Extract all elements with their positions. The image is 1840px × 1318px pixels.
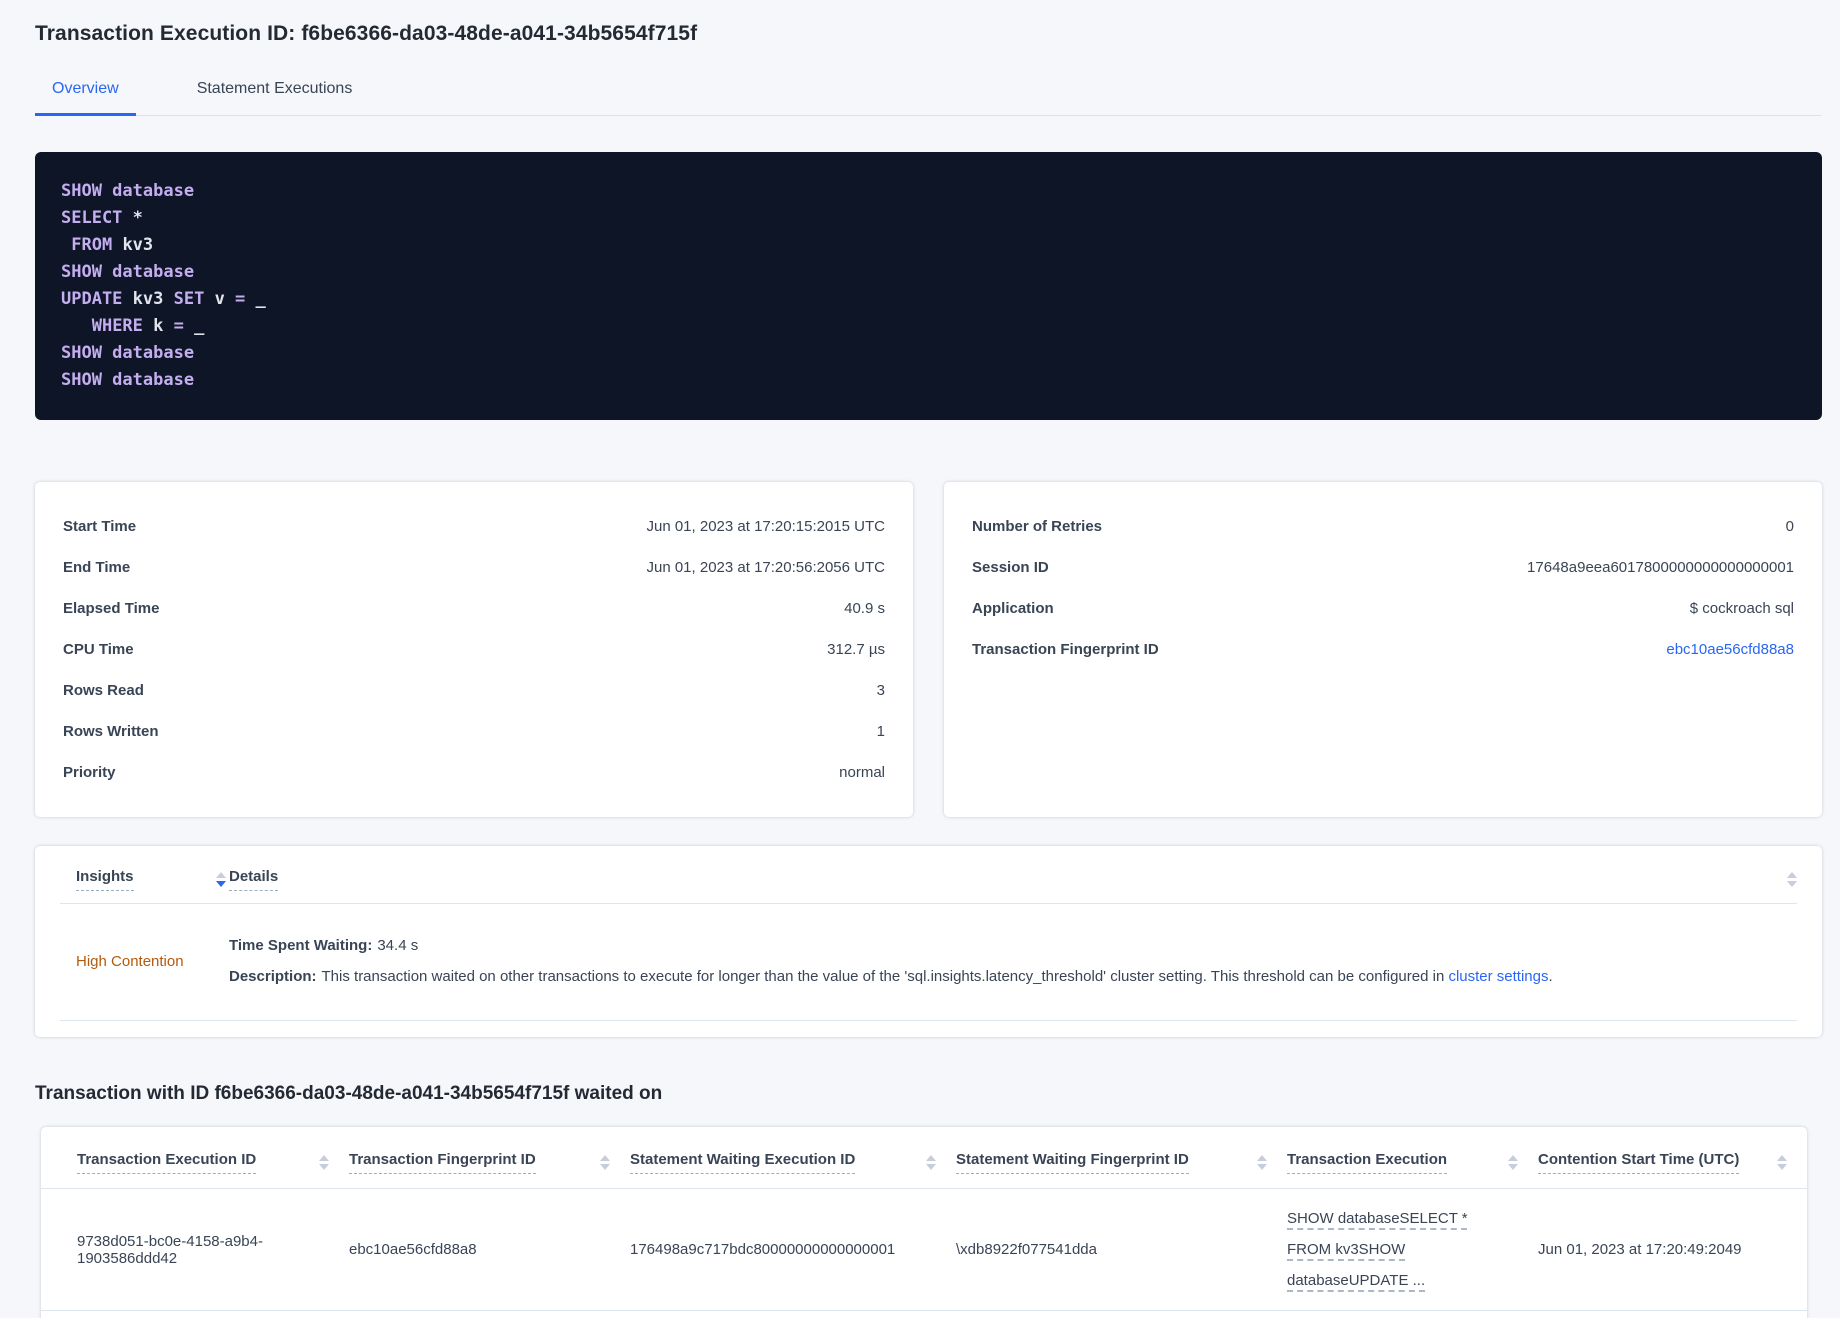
waiting-label: Time Spent Waiting: <box>229 937 373 954</box>
summary-cards-row: Start Time Jun 01, 2023 at 17:20:15:2015… <box>35 482 1822 817</box>
rows-read-row: Rows Read 3 <box>63 670 885 711</box>
transaction-fingerprint-link[interactable]: ebc10ae56cfd88a8 <box>1666 641 1794 658</box>
description-suffix: . <box>1548 968 1553 985</box>
insight-row: High Contention Time Spent Waiting: 34.4 … <box>60 904 1797 1021</box>
sort-icon[interactable] <box>926 1155 936 1170</box>
execution-summary-card: Start Time Jun 01, 2023 at 17:20:15:2015… <box>35 482 913 817</box>
end-time-label: End Time <box>63 559 131 576</box>
transaction-execution-line: SHOW databaseSELECT * <box>1287 1210 1468 1227</box>
page-title: Transaction Execution ID: f6be6366-da03-… <box>35 22 698 45</box>
column-header-label[interactable]: Transaction Execution <box>1287 1151 1448 1174</box>
start-time-label: Start Time <box>63 518 137 535</box>
description-line: Description: This transaction waited on o… <box>229 961 1797 992</box>
waiting-value: 34.4 s <box>377 937 419 954</box>
waited-on-title: Transaction with ID f6be6366-da03-48de-a… <box>35 1083 663 1104</box>
elapsed-time-row: Elapsed Time 40.9 s <box>63 588 885 629</box>
description-label: Description: <box>229 968 317 985</box>
end-time-value: Jun 01, 2023 at 17:20:56:2056 UTC <box>646 559 885 576</box>
insights-table: Insights Details High Contention Time Sp… <box>35 846 1822 1037</box>
col-contention-start-time: Contention Start Time (UTC) <box>1538 1127 1807 1189</box>
sql-statements: SHOW database SELECT * FROM kv3 SHOW datab… <box>61 181 266 390</box>
cell-transaction-execution: SHOW databaseSELECT * FROM kv3SHOW datab… <box>1287 1188 1538 1311</box>
details-column-header[interactable]: Details <box>229 868 279 891</box>
insight-name: High Contention <box>76 952 184 970</box>
cpu-time-value: 312.7 µs <box>827 641 885 658</box>
cell-transaction-fingerprint-id: ebc10ae56cfd88a8 <box>349 1188 630 1311</box>
column-header-label[interactable]: Statement Waiting Fingerprint ID <box>956 1151 1189 1174</box>
priority-label: Priority <box>63 764 116 781</box>
column-header-label[interactable]: Transaction Fingerprint ID <box>349 1151 536 1174</box>
insights-column-header[interactable]: Insights <box>76 868 134 891</box>
waited-on-table: Transaction Execution ID Transaction Fin… <box>41 1127 1807 1311</box>
application-label: Application <box>972 600 1054 617</box>
waited-on-header-row: Transaction Execution ID Transaction Fin… <box>41 1127 1807 1189</box>
elapsed-time-label: Elapsed Time <box>63 600 160 617</box>
transaction-fingerprint-row: Transaction Fingerprint ID ebc10ae56cfd8… <box>972 629 1794 670</box>
column-header-label[interactable]: Contention Start Time (UTC) <box>1538 1151 1740 1174</box>
cpu-time-row: CPU Time 312.7 µs <box>63 629 885 670</box>
col-statement-waiting-execution-id: Statement Waiting Execution ID <box>630 1127 956 1189</box>
transaction-execution-line: databaseUPDATE ... <box>1287 1272 1426 1289</box>
start-time-row: Start Time Jun 01, 2023 at 17:20:15:2015… <box>63 506 885 547</box>
waited-on-table-card: Transaction Execution ID Transaction Fin… <box>41 1127 1807 1318</box>
col-transaction-execution-id: Transaction Execution ID <box>41 1127 349 1189</box>
sort-icon[interactable] <box>1787 872 1797 887</box>
application-row: Application $ cockroach sql <box>972 588 1794 629</box>
sort-icon[interactable] <box>1257 1155 1267 1170</box>
cell-contention-start-time: Jun 01, 2023 at 17:20:49:2049 <box>1538 1188 1807 1311</box>
elapsed-time-value: 40.9 s <box>844 600 885 617</box>
rows-read-label: Rows Read <box>63 682 144 699</box>
transaction-sql-box: SHOW database SELECT * FROM kv3 SHOW datab… <box>35 152 1822 420</box>
transaction-execution-line: FROM kv3SHOW <box>1287 1241 1406 1258</box>
retries-value: 0 <box>1785 518 1794 535</box>
session-id-label: Session ID <box>972 559 1049 576</box>
col-statement-waiting-fingerprint-id: Statement Waiting Fingerprint ID <box>956 1127 1287 1189</box>
tab-bar: Overview Statement Executions <box>35 76 1822 116</box>
session-summary-card: Number of Retries 0 Session ID 17648a9ee… <box>944 482 1822 817</box>
sort-icon[interactable] <box>1777 1155 1787 1170</box>
transaction-fingerprint-label: Transaction Fingerprint ID <box>972 641 1159 658</box>
session-id-value: 17648a9eea6017800000000000000001 <box>1527 559 1794 576</box>
rows-written-row: Rows Written 1 <box>63 711 885 752</box>
time-spent-waiting-line: Time Spent Waiting: 34.4 s <box>229 930 1797 961</box>
column-header-label[interactable]: Transaction Execution ID <box>77 1151 257 1174</box>
retries-label: Number of Retries <box>972 518 1103 535</box>
end-time-row: End Time Jun 01, 2023 at 17:20:56:2056 U… <box>63 547 885 588</box>
insight-details: Time Spent Waiting: 34.4 s Description: Th… <box>226 930 1797 992</box>
col-transaction-fingerprint-id: Transaction Fingerprint ID <box>349 1127 630 1189</box>
column-header-label[interactable]: Statement Waiting Execution ID <box>630 1151 856 1174</box>
sort-icon[interactable] <box>600 1155 610 1170</box>
cpu-time-label: CPU Time <box>63 641 134 658</box>
priority-value: normal <box>839 764 885 781</box>
sort-icon[interactable] <box>216 872 226 887</box>
tab-overview[interactable]: Overview <box>35 76 136 116</box>
rows-written-value: 1 <box>876 723 885 740</box>
waited-on-row: 9738d051-bc0e-4158-a9b4-1903586ddd42 ebc… <box>41 1188 1807 1311</box>
sort-icon[interactable] <box>319 1155 329 1170</box>
transaction-execution-page: Transaction Execution ID: f6be6366-da03-… <box>0 0 1840 1318</box>
application-value: $ cockroach sql <box>1689 600 1794 617</box>
insights-header-row: Insights Details <box>60 868 1797 891</box>
col-transaction-execution: Transaction Execution <box>1287 1127 1538 1189</box>
cluster-settings-link[interactable]: cluster settings <box>1448 968 1548 985</box>
start-time-value: Jun 01, 2023 at 17:20:15:2015 UTC <box>646 518 885 535</box>
retries-row: Number of Retries 0 <box>972 506 1794 547</box>
session-id-row: Session ID 17648a9eea6017800000000000000… <box>972 547 1794 588</box>
cell-statement-waiting-fingerprint-id: \xdb8922f077541dda <box>956 1188 1287 1311</box>
transaction-execution-link[interactable]: SHOW databaseSELECT * FROM kv3SHOW datab… <box>1287 1203 1468 1296</box>
cell-transaction-execution-id: 9738d051-bc0e-4158-a9b4-1903586ddd42 <box>41 1188 349 1311</box>
rows-written-label: Rows Written <box>63 723 159 740</box>
description-text: This transaction waited on other transac… <box>321 968 1449 985</box>
priority-row: Priority normal <box>63 752 885 793</box>
tab-statement-executions[interactable]: Statement Executions <box>180 76 370 116</box>
cell-statement-waiting-execution-id: 176498a9c717bdc80000000000000001 <box>630 1188 956 1311</box>
rows-read-value: 3 <box>876 682 885 699</box>
sort-icon[interactable] <box>1508 1155 1518 1170</box>
